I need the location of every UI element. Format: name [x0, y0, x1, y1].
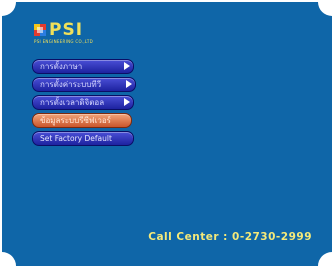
menu-item-time-settings[interactable]: การตั้งเวลาดิจิตอล: [32, 95, 134, 110]
menu-item-language[interactable]: การตั้งภาษา: [32, 59, 134, 74]
menu-item-label: การตั้งค่าระบบทีวี: [40, 80, 102, 89]
menu-item-label: Set Factory Default: [40, 134, 112, 143]
menu-item-tv-system[interactable]: การตั้งค่าระบบทีวี: [32, 77, 136, 92]
tv-screen: PSI PSI ENGINEERING CO.,LTD การตั้งภาษา …: [2, 2, 332, 266]
menu-item-label: การตั้งเวลาดิจิตอล: [40, 98, 105, 107]
menu-item-receiver-info[interactable]: ข้อมูลระบบรีซีฟเวอร์: [32, 113, 132, 128]
screen-corner: [318, 252, 332, 266]
screen-corner: [2, 2, 16, 16]
menu-item-factory-default[interactable]: Set Factory Default: [32, 131, 134, 146]
menu-item-label: ข้อมูลระบบรีซีฟเวอร์: [40, 116, 111, 125]
psi-logo-mark-icon: [34, 24, 46, 36]
menu-item-label: การตั้งภาษา: [40, 62, 83, 71]
settings-menu: การตั้งภาษา การตั้งค่าระบบทีวี การตั้งเว…: [32, 59, 142, 149]
screen-corner: [318, 2, 332, 16]
arrow-right-icon: [126, 80, 132, 88]
arrow-right-icon: [124, 98, 130, 106]
screen-corner: [2, 252, 16, 266]
arrow-right-icon: [124, 62, 130, 70]
logo-text: PSI: [49, 20, 84, 40]
call-center-text: Call Center : 0-2730-2999: [148, 231, 312, 243]
logo-subtext: PSI ENGINEERING CO.,LTD: [34, 39, 93, 44]
